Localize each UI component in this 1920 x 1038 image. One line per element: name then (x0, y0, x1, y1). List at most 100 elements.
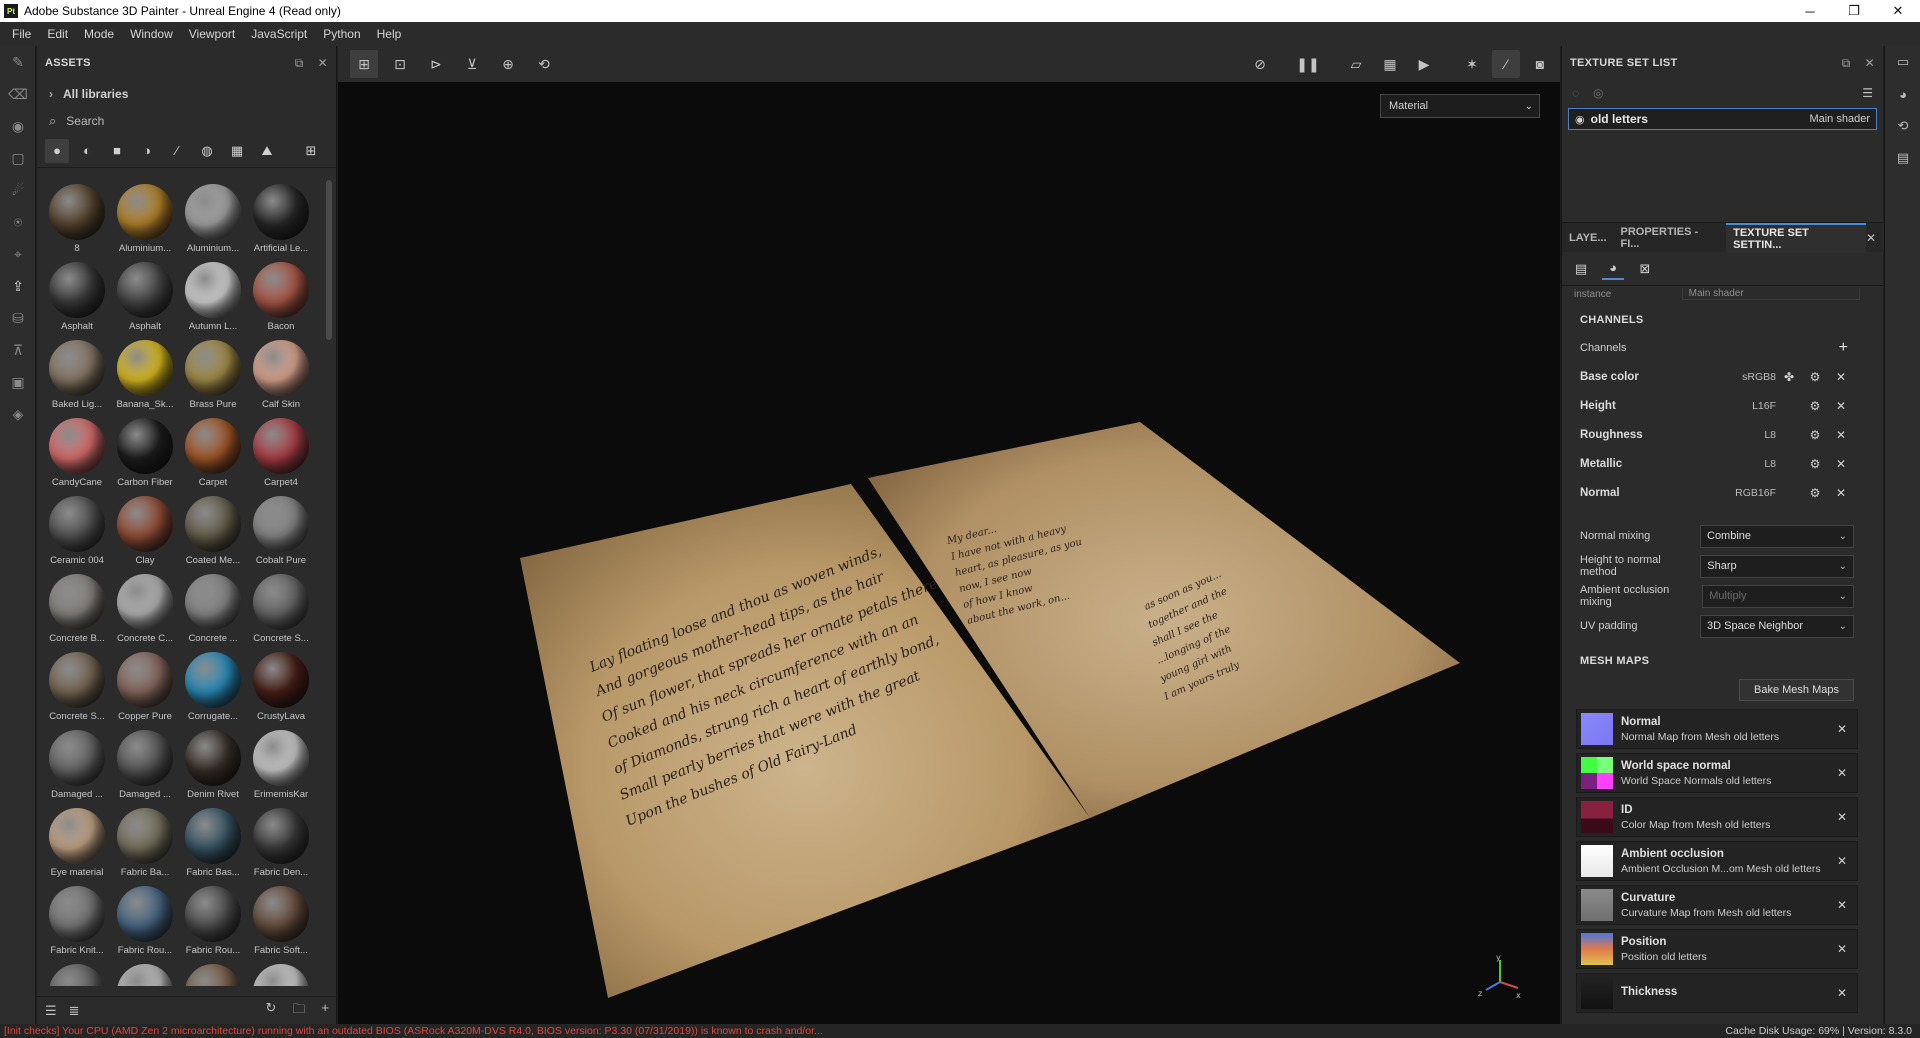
filter-materials-icon[interactable]: ● (45, 138, 69, 163)
camera-icon[interactable]: ▶ (1410, 50, 1438, 78)
asset-tile[interactable] (247, 960, 315, 986)
mesh-map-thumbnail[interactable] (1581, 845, 1613, 877)
hide-overlay-icon[interactable]: ⊘ (1246, 50, 1274, 78)
refresh-icon[interactable]: ↻ (265, 1000, 276, 1022)
close-panel-icon[interactable]: ✕ (318, 56, 328, 71)
3d-view-icon[interactable]: ▦ (1376, 50, 1404, 78)
texture-set-list-icon[interactable]: ▭ (1885, 46, 1920, 78)
uv-subtab-icon[interactable]: ⊠ (1634, 258, 1656, 280)
menu-help[interactable]: Help (369, 27, 410, 41)
menu-viewport[interactable]: Viewport (181, 27, 243, 41)
sort-icon[interactable]: ☰ (45, 1003, 57, 1019)
mesh-map-row[interactable]: Thickness ✕ (1576, 973, 1858, 1013)
asset-tile[interactable]: CandyCane (43, 414, 111, 492)
paint-brush-tool-icon[interactable]: ✎ (0, 46, 36, 78)
filter-brushes-icon[interactable]: ⁄ (165, 139, 189, 163)
asset-tile[interactable]: Cobalt Pure (247, 492, 315, 570)
mesh-map-row[interactable]: ID Color Map from Mesh old letters ✕ (1576, 797, 1858, 837)
asset-tile[interactable]: Eye material (43, 804, 111, 882)
add-channel-icon[interactable]: + (1839, 339, 1848, 357)
normal-mixing-select[interactable]: Combine ⌄ (1700, 524, 1854, 548)
asset-tile[interactable]: Concrete ... (179, 570, 247, 648)
filter-generators-icon[interactable]: ◑ (135, 139, 159, 163)
channel-format[interactable]: L8 (1716, 429, 1776, 441)
asset-tile[interactable]: Corrugate... (179, 648, 247, 726)
asset-tile[interactable]: Baked Lig... (43, 336, 111, 414)
list-options-icon[interactable]: ≣ (69, 1003, 80, 1019)
texture-set-item[interactable]: ◉ old letters Main shader (1568, 108, 1877, 130)
close-panel-icon[interactable]: ✕ (1865, 56, 1875, 71)
undock-icon[interactable]: ⧉ (295, 56, 304, 71)
measure-tool-icon[interactable]: ⊼ (0, 334, 36, 366)
asset-tile[interactable]: Fabric Den... (247, 804, 315, 882)
eraser-tool-icon[interactable]: ⌫ (0, 78, 36, 110)
material-mode-select[interactable]: Material ⌄ (1380, 94, 1540, 118)
frame-object-icon[interactable]: ⊕ (494, 50, 522, 78)
asset-tile[interactable]: ErimemisKar (247, 726, 315, 804)
menu-icon[interactable]: ☰ (1862, 86, 1873, 100)
asset-tile[interactable]: CrustyLava (247, 648, 315, 726)
maximize-button[interactable]: ❐ (1832, 0, 1876, 22)
filter-smart-materials-icon[interactable]: ◐ (75, 139, 99, 163)
menu-edit[interactable]: Edit (39, 27, 76, 41)
asset-tile[interactable]: 8 (43, 180, 111, 258)
asset-tile[interactable]: Concrete C... (111, 570, 179, 648)
menu-javascript[interactable]: JavaScript (243, 27, 315, 41)
asset-tile[interactable]: Bacon (247, 258, 315, 336)
grid-view-icon[interactable]: ⊞ (299, 139, 323, 163)
visibility-icon[interactable]: ◎ (1593, 86, 1603, 100)
tab-layers[interactable]: LAYE... (1562, 223, 1614, 253)
gear-icon[interactable]: ⚙ (1802, 457, 1828, 471)
viewport[interactable]: ⊞ ⊡ ⊳ ⊻ ⊕ ⟲ ⊘ ❚❚ ▱ ▦ ▶ ✶ ⁄ ◙ Lay floatin… (338, 46, 1560, 1024)
asset-tile[interactable]: Brass Pure (179, 336, 247, 414)
asset-tile[interactable]: Artificial Le... (247, 180, 315, 258)
gear-icon[interactable]: ⚙ (1802, 428, 1828, 442)
remove-mesh-map-icon[interactable]: ✕ (1837, 854, 1847, 868)
asset-tile[interactable]: Clay (111, 492, 179, 570)
bake-tool-icon[interactable]: ⛁ (0, 302, 36, 334)
asset-tile[interactable]: Aluminium... (111, 180, 179, 258)
asset-tile[interactable]: Concrete B... (43, 570, 111, 648)
bake-mesh-maps-button[interactable]: Bake Mesh Maps (1739, 679, 1854, 701)
mirror-x-icon[interactable]: ⊳ (422, 50, 450, 78)
filter-masks-icon[interactable]: ■ (105, 139, 129, 163)
clone-tool-icon[interactable]: ⍟ (0, 206, 36, 238)
remove-mesh-map-icon[interactable]: ✕ (1837, 810, 1847, 824)
library-selector[interactable]: › All libraries (37, 80, 336, 108)
polygon-fill-tool-icon[interactable]: ▢ (0, 142, 36, 174)
undock-icon[interactable]: ⧉ (1842, 56, 1851, 71)
mesh-map-row[interactable]: Normal Normal Map from Mesh old letters ✕ (1576, 709, 1858, 749)
channel-format[interactable]: L8 (1716, 458, 1776, 470)
mesh-map-thumbnail[interactable] (1581, 889, 1613, 921)
close-window-button[interactable]: ✕ (1876, 0, 1920, 22)
remove-mesh-map-icon[interactable]: ✕ (1837, 942, 1847, 956)
status-warning[interactable]: [Init checks] Your CPU (AMD Zen 2 microa… (4, 1025, 823, 1037)
asset-tile[interactable]: Concrete S... (247, 570, 315, 648)
history-icon[interactable]: ⟲ (530, 50, 558, 78)
minimize-button[interactable]: ─ (1788, 0, 1832, 22)
remove-channel-icon[interactable]: ✕ (1828, 370, 1854, 384)
picker-tool-icon[interactable]: ⌖ (0, 238, 36, 270)
shader-settings-icon[interactable]: ◈ (0, 398, 36, 430)
menu-mode[interactable]: Mode (76, 27, 122, 41)
gear-icon[interactable]: ⚙ (1802, 399, 1828, 413)
mesh-map-row[interactable]: Ambient occlusion Ambient Occlusion M...o… (1576, 841, 1858, 881)
asset-tile[interactable]: Denim Rivet (179, 726, 247, 804)
channel-row[interactable]: Base color sRGB8 ✤ ⚙ ✕ (1562, 362, 1872, 391)
tab-texture-set-settings[interactable]: TEXTURE SET SETTIN... (1726, 222, 1866, 253)
display-settings-icon[interactable]: ▣ (0, 366, 36, 398)
asset-tile[interactable]: Copper Pure (111, 648, 179, 726)
asset-tile[interactable] (111, 960, 179, 986)
mesh-map-thumbnail[interactable] (1581, 757, 1613, 789)
paint-mode-icon[interactable]: ⁄ (1492, 50, 1520, 78)
mesh-map-thumbnail[interactable] (1581, 933, 1613, 965)
channel-format[interactable]: L16F (1716, 400, 1776, 412)
asset-tile[interactable]: Fabric Soft... (247, 882, 315, 960)
asset-tile[interactable]: Asphalt (111, 258, 179, 336)
asset-tile[interactable]: Damaged ... (111, 726, 179, 804)
asset-tile[interactable]: Aluminium... (179, 180, 247, 258)
shader-subtab-icon[interactable]: ◕ (1602, 258, 1624, 280)
channel-row[interactable]: Metallic L8 ⚙ ✕ (1562, 449, 1872, 478)
filter-textures-icon[interactable]: ▦ (225, 139, 249, 163)
folder-icon[interactable]: 🗀 (292, 1000, 305, 1022)
